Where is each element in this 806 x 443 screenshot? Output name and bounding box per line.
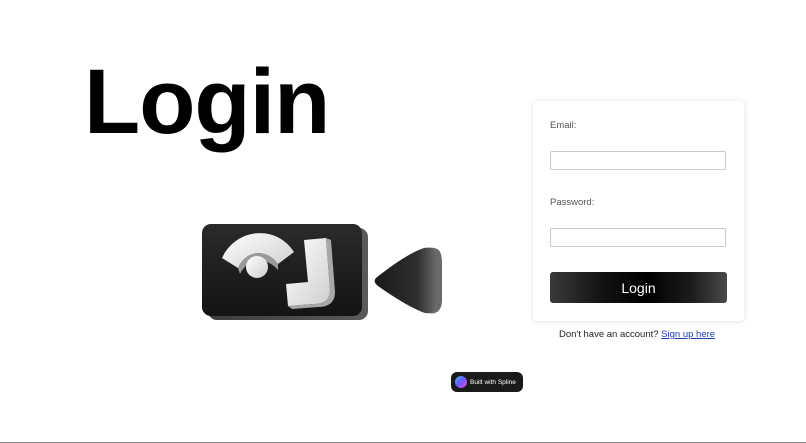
spline-logo-icon <box>455 376 467 388</box>
signup-link[interactable]: Sign up here <box>661 329 715 340</box>
page-title: Login <box>84 51 330 153</box>
badge-label: Built with Spline <box>470 378 516 386</box>
password-label: Password: <box>550 197 595 208</box>
login-card: Email: Password: Login <box>533 101 744 321</box>
email-label: Email: <box>550 120 577 131</box>
built-with-spline-badge[interactable]: Built with Spline <box>451 372 523 392</box>
password-field[interactable] <box>550 228 726 247</box>
signup-prompt-row: Don't have an account? Sign up here <box>533 329 783 340</box>
email-field[interactable] <box>550 151 726 170</box>
signup-prompt-text: Don't have an account? <box>559 329 662 340</box>
video-camera-3d-icon <box>202 224 442 320</box>
login-page: Login Email: Password: Login Don't have … <box>0 0 806 443</box>
login-button[interactable]: Login <box>550 272 727 303</box>
